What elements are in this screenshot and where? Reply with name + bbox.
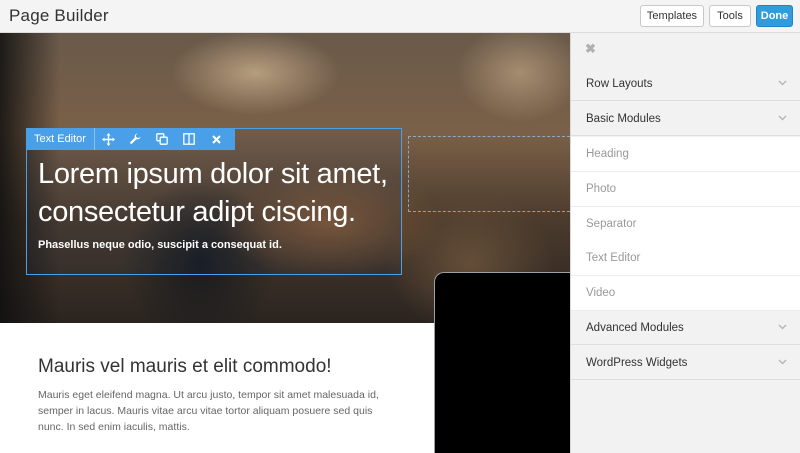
hero-title: Lorem ipsum dolor sit amet, consectetur …	[38, 158, 388, 228]
module-heading[interactable]: Heading	[571, 137, 800, 172]
drop-zone[interactable]	[408, 136, 570, 212]
templates-button[interactable]: Templates	[640, 5, 704, 27]
panel-section-label: WordPress Widgets	[586, 356, 688, 369]
module-photo[interactable]: Photo	[571, 172, 800, 207]
panel-section-wordpress-widgets[interactable]: WordPress Widgets	[571, 346, 800, 380]
module-label: Text Editor	[26, 128, 95, 150]
laptop-image	[434, 272, 584, 453]
module-toolbar: Text Editor	[26, 128, 235, 150]
panel-section-row-layouts[interactable]: Row Layouts	[571, 67, 800, 101]
module-text-editor[interactable]: Text Editor	[571, 241, 800, 276]
modules-panel: ✖ Row Layouts Basic Modules Heading Phot…	[570, 33, 800, 453]
module-separator[interactable]: Separator	[571, 207, 800, 242]
panel-section-advanced-modules[interactable]: Advanced Modules	[571, 311, 800, 345]
top-bar: Page Builder Templates Tools Done	[0, 0, 800, 33]
panel-section-label: Advanced Modules	[586, 321, 684, 334]
close-icon[interactable]	[203, 128, 230, 150]
module-video[interactable]: Video	[571, 276, 800, 311]
app-title: Page Builder	[9, 6, 109, 25]
panel-section-label: Basic Modules	[586, 112, 661, 125]
content-paragraph: Mauris eget eleifend magna. Ut arcu just…	[38, 389, 379, 433]
duplicate-icon[interactable]	[149, 128, 176, 150]
columns-icon[interactable]	[176, 128, 203, 150]
done-button[interactable]: Done	[756, 5, 793, 27]
chevron-down-icon	[778, 115, 787, 121]
chevron-down-icon	[778, 80, 787, 86]
hero-subtitle: Phasellus neque odio, suscipit a consequ…	[38, 239, 282, 251]
content-heading: Mauris vel mauris et elit commodo!	[38, 356, 332, 377]
chevron-down-icon	[778, 359, 787, 365]
panel-section-basic-modules[interactable]: Basic Modules	[571, 102, 800, 136]
tools-button[interactable]: Tools	[709, 5, 751, 27]
wrench-icon[interactable]	[122, 128, 149, 150]
move-icon[interactable]	[95, 128, 122, 150]
chevron-down-icon	[778, 324, 787, 330]
close-icon[interactable]: ✖	[585, 41, 596, 57]
panel-section-label: Row Layouts	[586, 77, 653, 90]
